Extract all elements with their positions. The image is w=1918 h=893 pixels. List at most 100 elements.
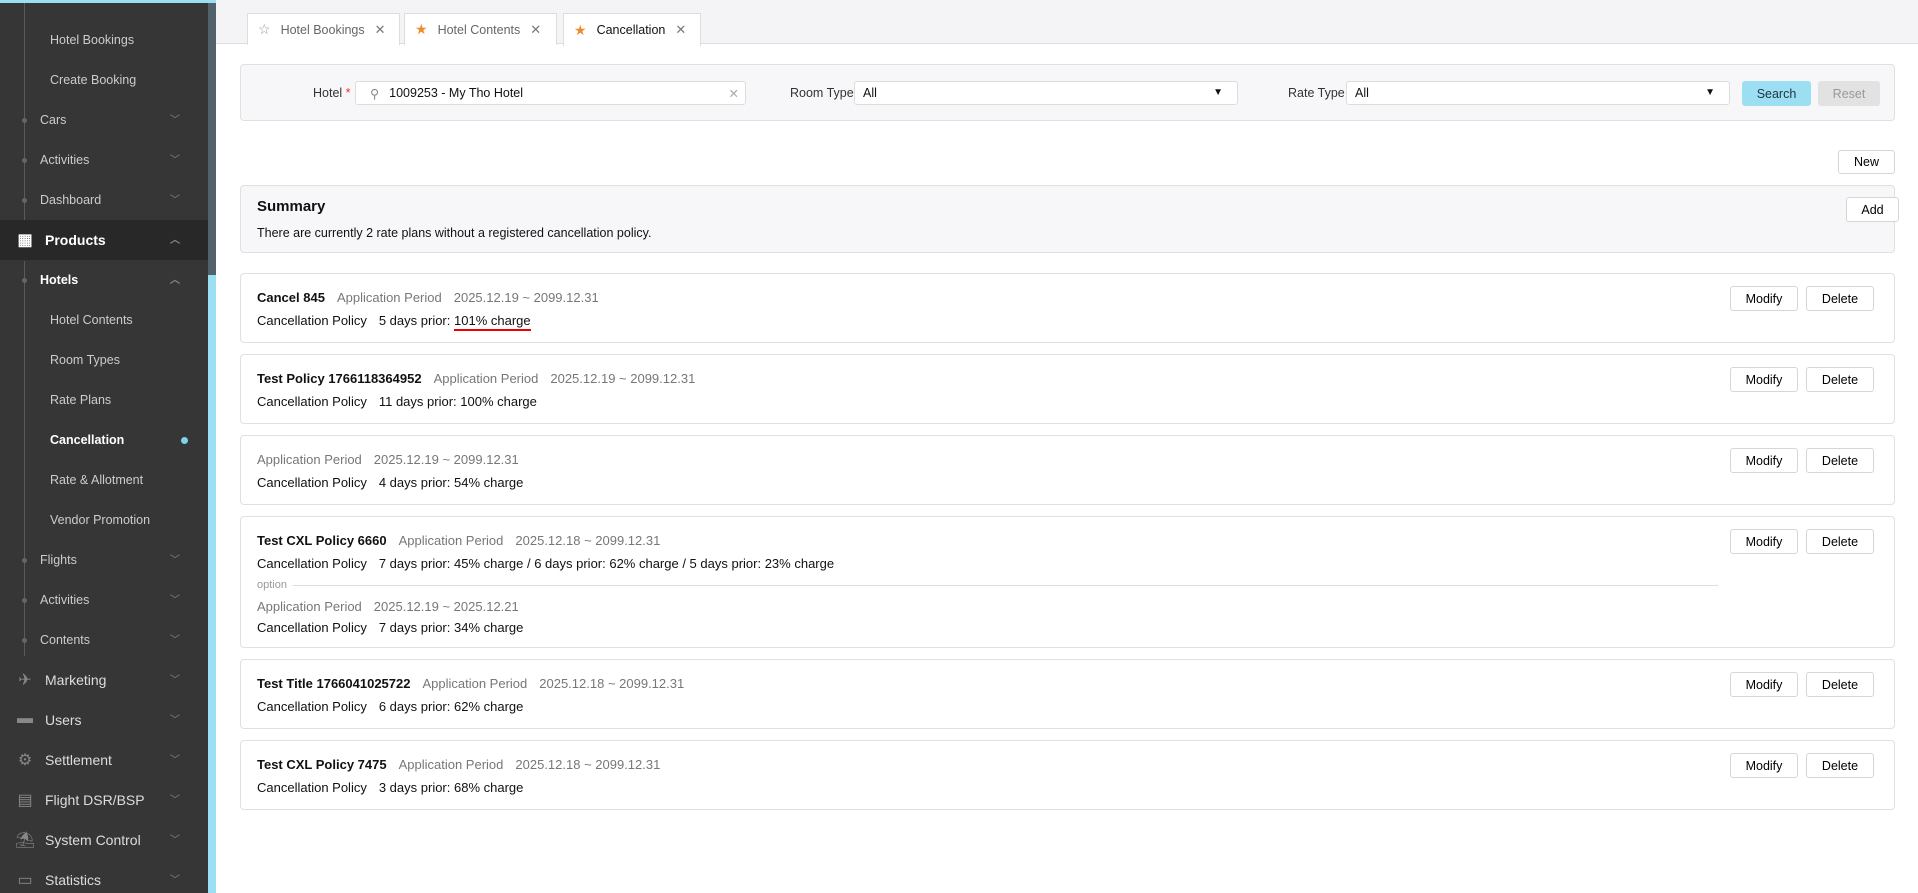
close-icon[interactable]: ✕ <box>675 22 686 38</box>
sidebar-item[interactable]: ⛱ System Control ﹀ <box>0 820 208 860</box>
application-period: 2025.12.19 ~ 2099.12.31 <box>373 452 519 467</box>
tree-dot <box>22 558 27 563</box>
sidebar-item[interactable]: Room Types <box>0 340 208 380</box>
policy-line: Cancellation Policy 4 days prior: 54% cha… <box>257 471 1878 494</box>
sidebar-item[interactable]: Cars ﹀ <box>0 100 208 140</box>
delete-button[interactable]: Delete <box>1806 753 1874 778</box>
modify-button[interactable]: Modify <box>1730 753 1798 778</box>
application-period-label: Application Period <box>422 676 528 691</box>
tab-label: Hotel Bookings <box>280 22 365 37</box>
chevron-down-icon[interactable]: ﹀ <box>170 791 180 806</box>
sidebar-item[interactable]: ▤ Flight DSR/BSP ﹀ <box>0 780 208 820</box>
star-outline-icon[interactable]: ☆ <box>258 21 271 38</box>
policy-header: Test CXL Policy 6660 Application Period 20… <box>257 529 1878 552</box>
hotel-value: 1009253 - My Tho Hotel <box>389 86 524 100</box>
sidebar-scrollbar-thumb[interactable] <box>208 3 216 275</box>
sidebar-item[interactable]: ▬ Users ﹀ <box>0 700 208 740</box>
sidebar-item[interactable]: ✈ Marketing ﹀ <box>0 660 208 700</box>
clear-icon[interactable]: ✕ <box>729 86 739 101</box>
modify-button[interactable]: Modify <box>1730 529 1798 554</box>
sidebar-item[interactable]: Cancellation <box>0 420 208 460</box>
rate-type-value: All <box>1355 86 1369 100</box>
sidebar-item[interactable]: Hotel Contents <box>0 300 208 340</box>
sidebar-item[interactable]: ▦ Products ︿ <box>0 220 208 260</box>
rate-type-select[interactable]: All ▼ <box>1346 81 1730 105</box>
chevron-down-icon[interactable]: ﹀ <box>170 591 180 606</box>
option-label: option <box>257 579 287 591</box>
delete-button[interactable]: Delete <box>1806 286 1874 311</box>
tab-label: Hotel Contents <box>437 22 521 37</box>
sidebar-item[interactable]: ⚙ Settlement ﹀ <box>0 740 208 780</box>
caret-down-icon: ▼ <box>1213 87 1223 98</box>
chevron-down-icon[interactable]: ﹀ <box>170 191 180 206</box>
sidebar-item[interactable]: Flights ﹀ <box>0 540 208 580</box>
application-period-label: Application Period <box>257 452 362 467</box>
delete-button[interactable]: Delete <box>1806 367 1874 392</box>
close-icon[interactable]: ✕ <box>375 22 386 38</box>
policy-card: Test Policy 1766118364952 Application Per… <box>240 354 1895 424</box>
sidebar-item-label: Marketing <box>45 672 107 688</box>
search-button[interactable]: Search <box>1742 81 1811 106</box>
sidebar-item-label: Statistics <box>45 872 102 888</box>
star-filled-icon[interactable]: ★ <box>574 22 587 39</box>
new-button[interactable]: New <box>1838 150 1895 174</box>
sidebar-item[interactable]: Contents ﹀ <box>0 620 208 660</box>
sidebar-item-label: Hotel Contents <box>50 313 133 327</box>
chevron-down-icon[interactable]: ﹀ <box>170 631 180 646</box>
star-filled-icon[interactable]: ★ <box>415 21 428 38</box>
sidebar-item[interactable]: Hotels ︿ <box>0 260 208 300</box>
reset-button[interactable]: Reset <box>1818 81 1880 106</box>
summary-panel: Summary There are currently 2 rate plans… <box>240 185 1899 253</box>
application-period: 2025.12.19 ~ 2025.12.21 <box>373 599 519 614</box>
application-period: 2025.12.18 ~ 2099.12.31 <box>539 676 685 691</box>
chevron-down-icon[interactable]: ﹀ <box>170 831 180 846</box>
tab-hotel-contents[interactable]: ★ Hotel Contents ✕ <box>404 13 557 45</box>
chevron-down-icon[interactable]: ﹀ <box>170 711 180 726</box>
sidebar-item[interactable]: Dashboard ﹀ <box>0 180 208 220</box>
hotel-label: Hotel * <box>313 86 351 100</box>
delete-button[interactable]: Delete <box>1806 448 1874 473</box>
delete-button[interactable]: Delete <box>1806 529 1874 554</box>
modify-button[interactable]: Modify <box>1730 286 1798 311</box>
policy-line: Cancellation Policy 11 days prior: 100% c… <box>257 390 1878 413</box>
close-icon[interactable]: ✕ <box>530 22 541 38</box>
chevron-down-icon[interactable]: ﹀ <box>170 111 180 126</box>
chevron-down-icon[interactable]: ﹀ <box>170 551 180 566</box>
hotel-search-input[interactable]: ⚲ 1009253 - My Tho Hotel ✕ <box>355 81 746 105</box>
sidebar-item[interactable]: Create Booking <box>0 60 208 100</box>
tree-dot <box>22 118 27 123</box>
room-type-select[interactable]: All ▼ <box>854 81 1238 105</box>
sidebar-item-label: Dashboard <box>40 193 102 207</box>
sidebar-item-label: Settlement <box>45 752 112 768</box>
chevron-down-icon[interactable]: ﹀ <box>170 151 180 166</box>
policy-highlight: 101% charge <box>454 313 531 331</box>
sidebar-item[interactable]: Rate & Allotment <box>0 460 208 500</box>
sidebar-item[interactable]: Vendor Promotion <box>0 500 208 540</box>
policy-header: Test CXL Policy 7475 Application Period 20… <box>257 753 1878 776</box>
chevron-down-icon[interactable]: ﹀ <box>170 871 180 886</box>
chevron-down-icon[interactable]: ﹀ <box>170 751 180 766</box>
sidebar-item[interactable]: Rate Plans <box>0 380 208 420</box>
briefcase-icon: ▬ <box>17 710 33 727</box>
chevron-up-icon[interactable]: ︿ <box>170 231 180 246</box>
modify-button[interactable]: Modify <box>1730 672 1798 697</box>
chevron-up-icon[interactable]: ︿ <box>170 271 180 286</box>
modify-button[interactable]: Modify <box>1730 367 1798 392</box>
summary-title: Summary <box>257 198 326 215</box>
policy-text: 6 days prior: 62% charge <box>378 699 524 714</box>
modify-button[interactable]: Modify <box>1730 448 1798 473</box>
policy-header: Cancel 845 Application Period 2025.12.19 ~… <box>257 286 1878 309</box>
option-divider: option <box>257 575 1718 595</box>
sidebar-item[interactable]: Activities ﹀ <box>0 140 208 180</box>
add-button[interactable]: Add <box>1846 197 1899 222</box>
chevron-down-icon[interactable]: ﹀ <box>170 671 180 686</box>
tab-cancellation[interactable]: ★ Cancellation ✕ <box>563 13 701 46</box>
delete-button[interactable]: Delete <box>1806 672 1874 697</box>
sidebar-item[interactable]: Activities ﹀ <box>0 580 208 620</box>
cancellation-policy-label: Cancellation Policy <box>257 313 367 328</box>
sidebar-item[interactable]: Hotel Bookings <box>0 20 208 60</box>
tab-hotel-bookings[interactable]: ☆ Hotel Bookings ✕ <box>247 13 400 45</box>
sidebar-item-label: Flight DSR/BSP <box>45 792 145 808</box>
cancellation-policy-label: Cancellation Policy <box>257 475 367 490</box>
sidebar-item[interactable]: ▭ Statistics ﹀ <box>0 860 208 893</box>
